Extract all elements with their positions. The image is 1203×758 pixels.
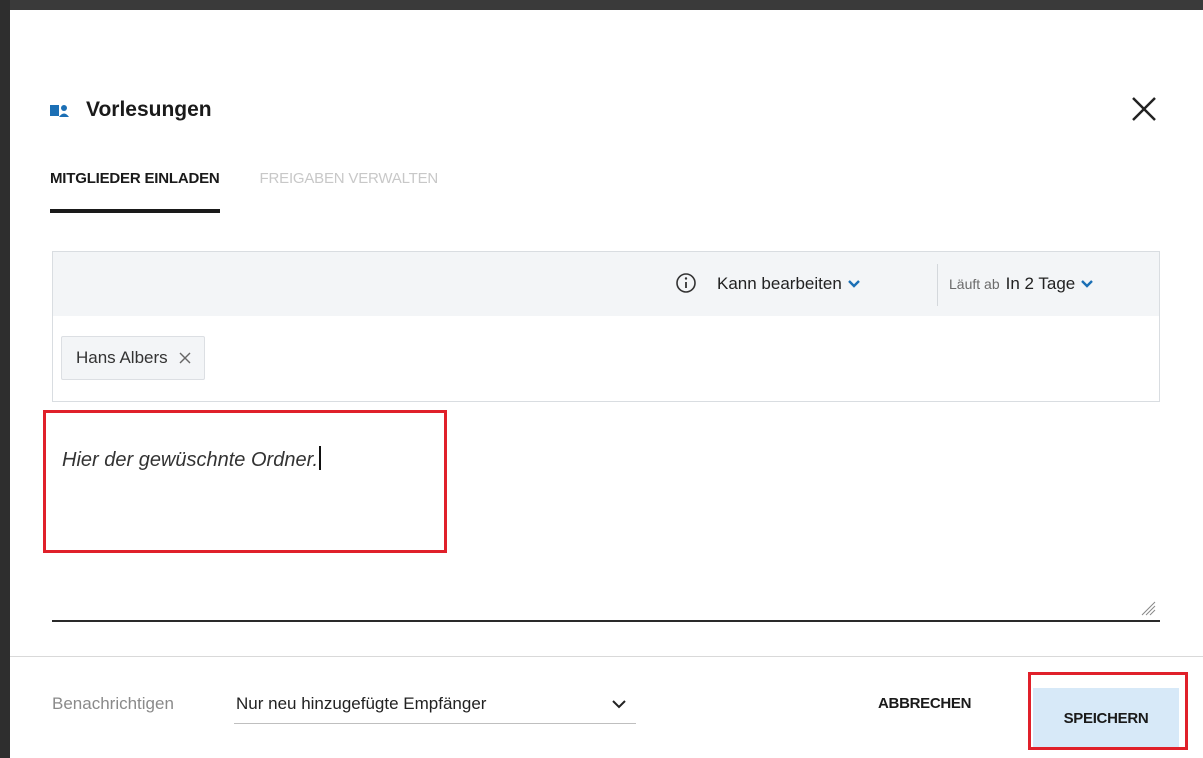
close-icon[interactable] <box>1125 90 1163 128</box>
tab-invite-members[interactable]: MITGLIEDER EINLADEN <box>50 170 220 213</box>
dialog-header: Vorlesungen <box>50 92 212 128</box>
recipient-name: Hans Albers <box>76 348 168 367</box>
recipient-chip: Hans Albers <box>61 336 205 380</box>
permission-bar: Kann bearbeiten Läuft ab In 2 Tage <box>52 251 1160 317</box>
info-icon[interactable] <box>675 272 697 294</box>
dialog-title: Vorlesungen <box>86 98 212 121</box>
message-textarea[interactable]: Hier der gewüschnte Ordner. <box>52 418 1160 622</box>
notify-dropdown[interactable]: Nur neu hinzugefügte Empfänger <box>234 684 636 724</box>
recipient-input[interactable]: Hans Albers <box>52 316 1160 402</box>
text-cursor <box>319 446 321 470</box>
save-button[interactable]: SPEICHERN <box>1033 688 1179 748</box>
tab-manage-shares[interactable]: FREIGABEN VERWALTEN <box>260 170 439 213</box>
expiry-value: In 2 Tage <box>1005 274 1076 293</box>
remove-recipient-icon[interactable] <box>178 351 192 365</box>
chevron-down-icon <box>1081 280 1094 288</box>
expiry-dropdown[interactable]: Läuft ab In 2 Tage <box>949 252 1094 316</box>
footer-divider <box>10 656 1203 657</box>
shared-folder-icon <box>50 105 69 117</box>
backdrop <box>0 0 10 758</box>
expiry-label: Läuft ab <box>949 276 1000 292</box>
share-dialog: Vorlesungen MITGLIEDER EINLADEN FREIGABE… <box>10 10 1203 758</box>
chevron-down-icon <box>847 280 860 288</box>
message-text: Hier der gewüschnte Ordner. <box>62 446 321 472</box>
tab-bar: MITGLIEDER EINLADEN FREIGABEN VERWALTEN <box>50 170 478 213</box>
chevron-down-icon <box>612 700 626 709</box>
cancel-button[interactable]: ABBRECHEN <box>878 695 971 712</box>
resize-handle-icon[interactable] <box>1140 600 1156 616</box>
divider <box>937 264 938 306</box>
notify-value: Nur neu hinzugefügte Empfänger <box>236 694 487 713</box>
notify-label: Benachrichtigen <box>52 694 174 713</box>
role-dropdown[interactable]: Kann bearbeiten <box>717 252 860 316</box>
role-value: Kann bearbeiten <box>717 274 842 293</box>
